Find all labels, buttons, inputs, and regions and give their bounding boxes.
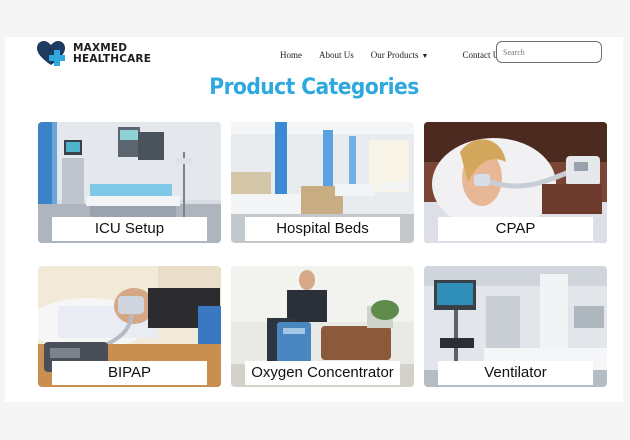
category-card-cpap[interactable]: CPAP [424, 122, 607, 243]
category-label: ICU Setup [52, 217, 207, 241]
nav-about-us[interactable]: About Us [319, 50, 354, 60]
category-label: Oxygen Concentrator [245, 361, 400, 385]
category-card-bipap[interactable]: BIPAP [38, 266, 221, 387]
category-label: Hospital Beds [245, 217, 400, 241]
page-title: Product Categories [209, 75, 419, 100]
nav-our-products-label: Our Products [370, 50, 419, 60]
category-card-oxygen-concentrator[interactable]: Oxygen Concentrator [231, 266, 414, 387]
search-input[interactable] [496, 41, 602, 63]
category-label: Ventilator [438, 361, 593, 385]
category-card-icu-setup[interactable]: ICU Setup [38, 122, 221, 243]
category-card-hospital-beds[interactable]: Hospital Beds [231, 122, 414, 243]
heart-cross-icon [37, 41, 71, 67]
brand-name: MAXMED HEALTHCARE [73, 43, 151, 65]
category-card-ventilator[interactable]: Ventilator [424, 266, 607, 387]
brand-logo[interactable]: MAXMED HEALTHCARE [37, 41, 151, 67]
main-nav: Home About Us Our Products ▼ Contact Us [280, 50, 520, 60]
caret-down-icon: ▼ [421, 52, 429, 60]
nav-home[interactable]: Home [280, 50, 302, 60]
category-label: BIPAP [52, 361, 207, 385]
brand-line-2: HEALTHCARE [73, 53, 152, 65]
nav-our-products[interactable]: Our Products ▼ [371, 50, 446, 60]
category-label: CPAP [438, 217, 593, 241]
page: MAXMED HEALTHCARE Home About Us Our Prod… [5, 37, 623, 402]
